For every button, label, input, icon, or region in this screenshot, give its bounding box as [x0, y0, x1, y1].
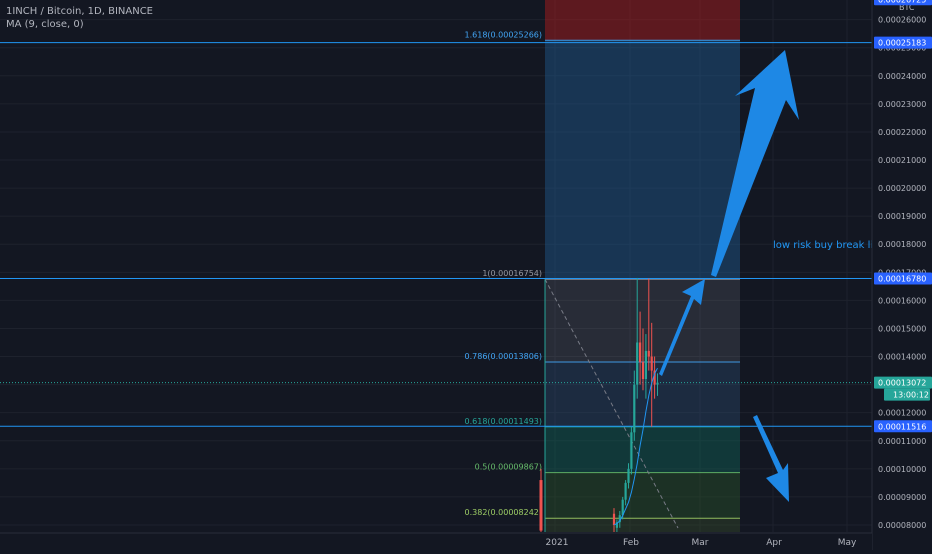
candle-body	[650, 356, 653, 371]
price-tick-label: 0.00016000	[878, 296, 926, 305]
price-tick-label: 0.00026000	[878, 16, 926, 25]
price-tick-label: 0.00022000	[878, 128, 926, 137]
price-tick-label: 0.00010000	[878, 465, 926, 474]
price-tick-label: 0.00009000	[878, 493, 926, 502]
time-tick-label: Mar	[692, 538, 709, 548]
time-tick-label: May	[838, 538, 857, 548]
fib-zone-top	[545, 0, 740, 41]
ma-indicator-label[interactable]: MA (9, close, 0)	[6, 19, 84, 30]
time-tick-label: 2021	[546, 538, 569, 548]
price-tick-label: 0.00008000	[878, 521, 926, 530]
arrow-down	[753, 415, 789, 502]
candle-body	[633, 384, 636, 433]
price-badge-label: 0.00011516	[878, 422, 926, 431]
candle-body	[539, 480, 543, 531]
current-price-label: 0.00013072	[878, 379, 926, 388]
price-badge-label: 0.00025183	[878, 39, 926, 48]
fib-level-label: 0.5(0.00009867)	[475, 463, 542, 472]
fib-level-label: 0.382(0.00008242)	[465, 508, 543, 517]
fib-zone-0382	[545, 518, 740, 532]
candle-body	[630, 432, 633, 469]
candle-body	[641, 362, 645, 379]
price-tick-label: 0.00023000	[878, 100, 926, 109]
time-axis[interactable]	[0, 533, 872, 550]
symbol-title: 1INCH / Bitcoin, 1D, BINANCE	[6, 6, 154, 17]
candle-body	[656, 382, 659, 385]
time-tick-label: Feb	[623, 538, 639, 548]
candle-body	[639, 342, 642, 363]
candle-body	[612, 513, 616, 525]
fib-level-label: 1(0.00016754)	[482, 269, 542, 278]
price-tick-label: 0.00012000	[878, 409, 926, 418]
fib-zone-05	[545, 472, 740, 519]
candle-body	[647, 350, 650, 357]
price-tick-label: 0.00018000	[878, 240, 926, 249]
chart-area[interactable]: 1.618(0.00025266) 1(0.00016754) 0.786(0.00…	[0, 0, 932, 550]
candle-body	[627, 468, 630, 483]
price-badge-label: 0.00016780	[878, 274, 926, 283]
time-tick-label: Apr	[766, 538, 782, 548]
price-tick-label: 0.00014000	[878, 353, 926, 362]
price-tick-label: 0.00020000	[878, 184, 926, 193]
price-badge-label: 0.00026725	[878, 0, 926, 4]
fib-level-label: 1.618(0.00025266)	[465, 30, 543, 39]
price-tick-label: 0.00015000	[878, 324, 926, 333]
price-tick-label: 0.00024000	[878, 72, 926, 81]
countdown-label: 13:00:12	[893, 391, 929, 400]
price-tick-label: 0.00021000	[878, 156, 926, 165]
candle-body	[644, 350, 647, 379]
price-chart-svg[interactable]: 1.618(0.00025266) 1(0.00016754) 0.786(0.00…	[0, 0, 932, 550]
price-tick-label: 0.00011000	[878, 437, 926, 446]
candle-body	[624, 482, 627, 500]
annotation-text: low risk buy break line	[773, 240, 886, 251]
price-tick-label: 0.00019000	[878, 212, 926, 221]
fib-level-label: 0.786(0.00013806)	[465, 352, 543, 361]
fib-zone-1618	[545, 40, 740, 280]
fib-level-label: 0.618(0.00011493)	[465, 417, 543, 426]
candle-body	[636, 342, 639, 385]
